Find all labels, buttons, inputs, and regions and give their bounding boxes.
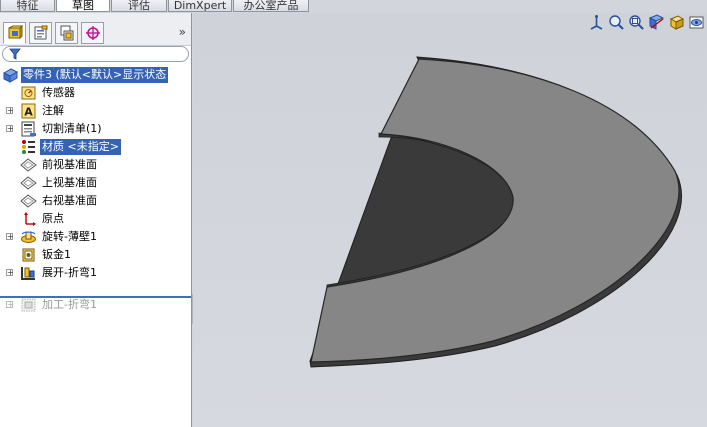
tree-item-label: 展开-折弯1 [42, 266, 97, 279]
sensor-icon [21, 86, 36, 100]
panel-expand-button[interactable]: » [179, 25, 186, 39]
expand-toggle[interactable]: + [6, 269, 14, 277]
rollback-bar[interactable] [0, 296, 191, 298]
process-bend-icon [21, 298, 36, 312]
feature-manager-icon [8, 25, 23, 40]
property-manager-icon [34, 25, 47, 40]
expand-toggle[interactable]: + [6, 233, 14, 241]
tab-office-products[interactable]: 办公室产品 [233, 0, 309, 12]
tree-item-cut-list[interactable]: + 切割清单(1) [0, 120, 191, 138]
filter-icon [9, 48, 21, 60]
tree-item-label: 切割清单(1) [42, 122, 102, 135]
tree-item-sheet-metal1[interactable]: 钣金1 [0, 246, 191, 264]
tree-item-label: 旋转-薄壁1 [42, 230, 97, 243]
tree-item-label: 注解 [42, 104, 64, 117]
tree-item-label: 材质 <未指定> [40, 139, 121, 155]
tree-item-process-bend1[interactable]: + 加工-折弯1 [0, 296, 191, 314]
tree-item-label: 加工-折弯1 [42, 298, 97, 311]
dimxpert-manager-tab[interactable] [81, 22, 104, 44]
tree-item-front-plane[interactable]: 前视基准面 [0, 156, 191, 174]
revolve-icon [21, 231, 36, 243]
cut-list-icon [21, 121, 36, 137]
material-icon [22, 140, 35, 154]
tree-item-label: 钣金1 [42, 248, 71, 261]
expand-toggle[interactable]: + [6, 107, 14, 115]
tree-item-label: 前视基准面 [42, 158, 97, 171]
feature-manager-panel: » 零件3 (默认<默认>显示状态 传感器 + A 注解 + 切割清单(1) 材… [0, 13, 192, 427]
annotation-icon: A [21, 103, 36, 119]
tree-item-sensors[interactable]: 传感器 [0, 84, 191, 102]
svg-text:A: A [24, 106, 33, 119]
origin-icon [24, 212, 36, 226]
graphics-area[interactable] [193, 13, 707, 427]
panel-tab-strip: » [0, 13, 191, 46]
tree-item-top-plane[interactable]: 上视基准面 [0, 174, 191, 192]
tab-features[interactable]: 特征 [0, 0, 55, 12]
tree-filter-input[interactable] [2, 46, 189, 62]
tab-dimxpert[interactable]: DimXpert [168, 0, 232, 12]
plane-icon [20, 176, 37, 190]
tree-item-revolve-thin1[interactable]: + 旋转-薄壁1 [0, 228, 191, 246]
tree-item-label: 传感器 [42, 86, 75, 99]
plane-icon [20, 158, 37, 172]
tree-item-material[interactable]: 材质 <未指定> [0, 138, 191, 156]
tree-item-annotations[interactable]: + A 注解 [0, 102, 191, 120]
tree-item-label: 原点 [42, 212, 64, 225]
unfold-icon [21, 267, 35, 280]
configuration-manager-icon [60, 25, 73, 41]
tab-evaluate[interactable]: 评估 [111, 0, 167, 12]
dimxpert-manager-icon [85, 26, 100, 40]
part-model[interactable] [193, 13, 707, 427]
feature-manager-tab[interactable] [3, 22, 26, 44]
expand-toggle[interactable]: + [6, 125, 14, 133]
part-name-label: 零件3 (默认<默认>显示状态 [21, 67, 169, 83]
tree-item-label: 右视基准面 [42, 194, 97, 207]
tab-sketch[interactable]: 草图 [56, 0, 110, 12]
plane-icon [20, 194, 37, 208]
expand-toggle[interactable]: + [6, 301, 14, 309]
tree-item-origin[interactable]: 原点 [0, 210, 191, 228]
sheet-metal-icon [22, 248, 35, 262]
tree-root-part[interactable]: 零件3 (默认<默认>显示状态 [0, 66, 191, 84]
configuration-manager-tab[interactable] [55, 22, 78, 44]
part-icon [2, 68, 19, 83]
command-manager-tabs: 特征 草图 评估 DimXpert 办公室产品 [0, 0, 707, 13]
property-manager-tab[interactable] [29, 22, 52, 44]
tree-item-right-plane[interactable]: 右视基准面 [0, 192, 191, 210]
tree-item-unfold-bend1[interactable]: + 展开-折弯1 [0, 264, 191, 282]
tree-item-label: 上视基准面 [42, 176, 97, 189]
